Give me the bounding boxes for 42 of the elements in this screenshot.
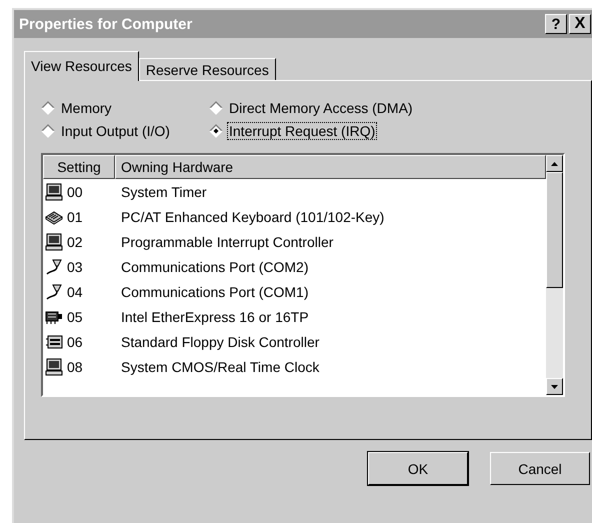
radio-button-icon[interactable] [41,100,55,114]
table-cell: System CMOS/Real Time Clock [121,358,320,374]
window-title: Properties for Computer [19,16,192,32]
radio-label[interactable]: Interrupt Request (IRQ) [227,122,378,140]
table-cell: Programmable Interrupt Controller [121,234,334,250]
table-cell: 05 [67,308,83,324]
cancel-button[interactable]: Cancel [490,452,590,485]
floppy-drive-icon [45,332,63,350]
column-header[interactable]: Owning Hardware [115,155,546,179]
radio-button-icon[interactable] [209,100,223,114]
ok-button[interactable]: OK [368,452,468,485]
computer-icon [45,182,63,200]
radio-label[interactable]: Memory [59,98,114,116]
cable-connector-icon [45,282,63,300]
radio-button-icon[interactable] [209,124,223,138]
table-cell: PC/AT Enhanced Keyboard (101/102-Key) [121,208,384,224]
table-cell: Intel EtherExpress 16 or 16TP [121,308,309,324]
table-cell: 01 [67,208,83,224]
column-header[interactable]: Setting [43,155,115,179]
scrollbar[interactable] [546,155,563,395]
table-cell: Communications Port (COM1) [121,284,308,300]
tab[interactable]: View Resources [24,51,139,81]
computer-icon [45,232,63,250]
help-button[interactable]: ? [545,14,567,34]
table-cell: 08 [67,358,83,374]
scroll-up-icon[interactable] [551,162,558,166]
close-button[interactable]: X [569,14,591,34]
radio-label[interactable]: Direct Memory Access (DMA) [227,98,415,116]
table-cell: 00 [67,184,83,200]
table-cell: Standard Floppy Disk Controller [121,334,320,350]
table-cell: 06 [67,334,83,350]
table-cell: 02 [67,234,83,250]
computer-icon [45,358,63,376]
cable-connector-icon [45,258,63,276]
table-cell: Communications Port (COM2) [121,258,308,274]
tab[interactable]: Reserve Resources [138,58,276,80]
table-cell: System Timer [121,184,207,200]
scroll-down-icon[interactable] [551,384,558,388]
radio-label[interactable]: Input Output (I/O) [59,122,172,140]
table-cell: 03 [67,258,83,274]
radio-button-icon[interactable] [41,124,55,138]
table-cell: 04 [67,284,83,300]
